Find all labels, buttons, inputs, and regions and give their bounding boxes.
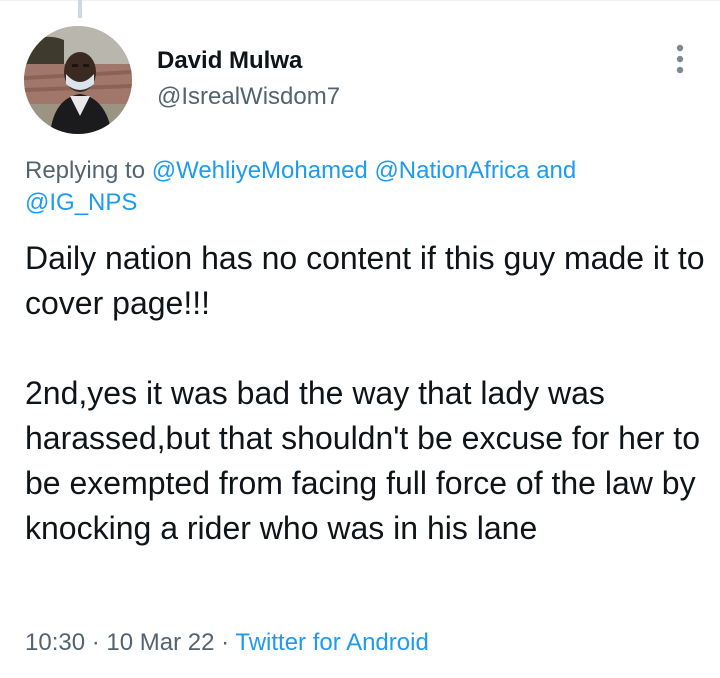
avatar[interactable]	[24, 26, 132, 134]
replying-to: Replying to @WehliyeMohamed @NationAfric…	[25, 155, 665, 219]
mention-link[interactable]: @WehliyeMohamed	[152, 157, 368, 184]
tweet-text: Daily nation has no content if this guy …	[25, 240, 705, 546]
replying-to-label: Replying to	[25, 157, 146, 184]
tweet-author: David Mulwa @IsrealWisdom7	[157, 44, 340, 114]
top-divider	[0, 0, 720, 1]
mention-conjunction[interactable]: and	[536, 157, 576, 184]
mention-link[interactable]: @NationAfrica	[374, 157, 529, 184]
tweet-metadata: 10:30 · 10 Mar 22 · Twitter for Android	[25, 626, 429, 660]
meta-separator: ·	[221, 629, 230, 656]
meta-separator: ·	[91, 629, 100, 656]
avatar-photo	[24, 26, 132, 134]
thread-connector-line	[78, 0, 82, 18]
tweet-time[interactable]: 10:30	[25, 629, 85, 656]
author-display-name[interactable]: David Mulwa	[157, 44, 340, 78]
mention-link[interactable]: @IG_NPS	[25, 189, 137, 216]
more-options-button[interactable]	[662, 38, 698, 80]
more-vertical-icon	[676, 44, 684, 74]
tweet-date[interactable]: 10 Mar 22	[106, 629, 214, 656]
tweet-source-link[interactable]: Twitter for Android	[235, 629, 428, 656]
author-handle[interactable]: @IsrealWisdom7	[157, 80, 340, 114]
